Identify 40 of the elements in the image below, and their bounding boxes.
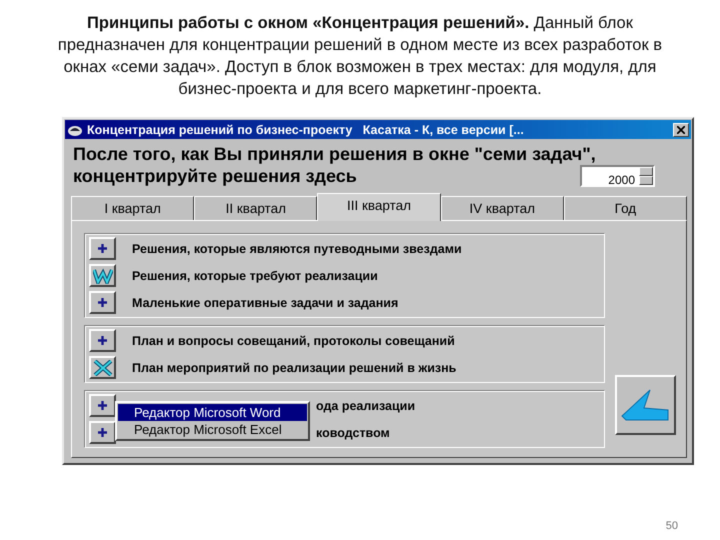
- year-spinner[interactable]: 2000: [580, 165, 655, 187]
- return-arrow-icon: [620, 388, 670, 422]
- row-label: ководством: [316, 426, 390, 440]
- plus-icon: [97, 297, 108, 308]
- editor-button[interactable]: [89, 356, 116, 379]
- close-icon: [677, 126, 685, 134]
- plus-icon: [97, 335, 108, 346]
- quarter-tab[interactable]: I квартал: [71, 196, 194, 220]
- add-button[interactable]: [89, 394, 116, 417]
- menu-item[interactable]: Редактор Microsoft Excel: [118, 421, 307, 438]
- editor-button[interactable]: [89, 264, 116, 287]
- row-label: План и вопросы совещаний, протоколы совещаний: [132, 334, 455, 348]
- quarter-tab[interactable]: IV квартал: [440, 196, 564, 220]
- heading-text: концентрируйте решения здесь: [73, 165, 357, 187]
- spreadsheet-icon: [92, 360, 112, 376]
- row-label: Решения, которые являются путеводными звездами: [132, 242, 462, 256]
- page-number: 50: [666, 520, 678, 532]
- menu-item[interactable]: Редактор Microsoft Word: [118, 404, 307, 421]
- quarter-tab[interactable]: Год: [564, 196, 688, 220]
- add-button[interactable]: [89, 421, 116, 444]
- window-title: Концентрация решений по бизнес-проекту Касатка - К, все версии [...: [87, 122, 525, 136]
- row-label: План мероприятий по реализации решений в жизнь: [132, 360, 456, 374]
- add-button[interactable]: [89, 237, 116, 260]
- add-button[interactable]: [89, 329, 116, 352]
- quarter-tab[interactable]: II квартал: [194, 196, 318, 220]
- row-label: Решения, которые требуют реализации: [132, 268, 378, 282]
- quarter-tab[interactable]: III квартал: [317, 193, 441, 221]
- add-button[interactable]: [89, 291, 116, 314]
- plus-icon: [97, 243, 108, 254]
- heading-text: После того, как Вы приняли решения в окне "семи задач",: [73, 144, 596, 164]
- word-document-icon: [92, 268, 112, 284]
- plus-icon: [97, 427, 108, 438]
- row-label: ода реализации: [316, 398, 416, 412]
- back-button[interactable]: [614, 375, 676, 435]
- spin-up-icon[interactable]: [639, 167, 653, 176]
- row-label: Маленькие оперативные задачи и задания: [132, 296, 398, 310]
- close-button[interactable]: [673, 122, 689, 136]
- spin-down-icon[interactable]: [639, 176, 653, 185]
- plus-icon: [97, 400, 108, 411]
- slide-description: Принципы работы с окном «Концентрация решений». Данный блок предназначен для концентрации решений в одном месте из всех разработок в окнах «семи задач». Доступ в блок возможен в трех местах: для модуля, для бизнес-проекта и для всего маркетинг-проекта.: [56, 13, 664, 100]
